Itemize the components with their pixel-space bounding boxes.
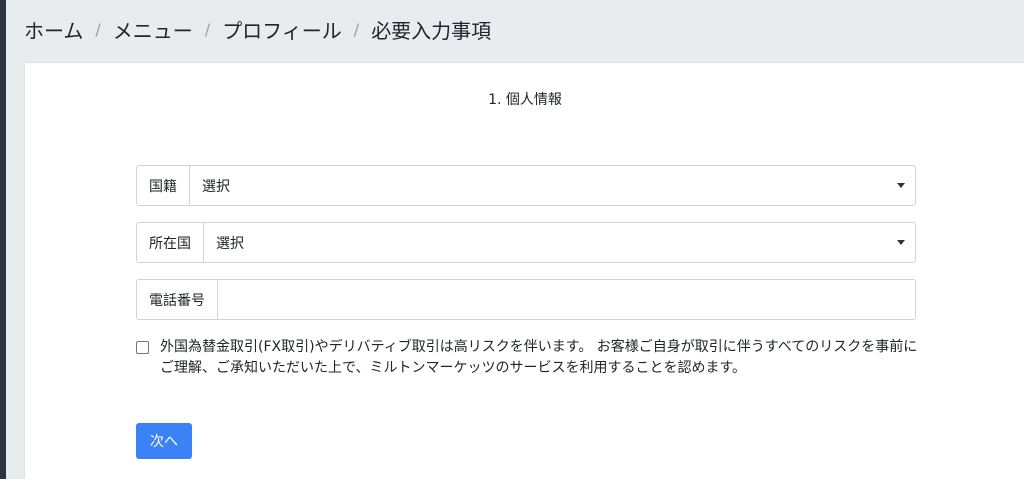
residence-field-group: 所在国 選択: [136, 222, 916, 263]
breadcrumb-home[interactable]: ホーム: [24, 15, 83, 44]
chevron-down-icon: [897, 240, 905, 245]
nationality-select-value: 選択: [202, 178, 230, 195]
window-left-edge: [0, 0, 6, 479]
section-title: 1. 個人情報: [488, 92, 562, 108]
residence-select[interactable]: 選択: [204, 223, 915, 262]
breadcrumb-separator: /: [95, 19, 101, 39]
phone-label: 電話番号: [137, 280, 218, 319]
breadcrumb: ホーム / メニュー / プロフィール / 必要入力事項: [24, 14, 491, 44]
residence-label: 所在国: [137, 223, 204, 262]
breadcrumb-separator: /: [204, 19, 211, 39]
residence-select-value: 選択: [216, 235, 244, 252]
phone-field-group: 電話番号: [136, 279, 916, 320]
next-button[interactable]: 次へ: [136, 423, 192, 459]
risk-consent-text: 外国為替金取引(FX取引)やデリバティブ取引は高リスクを伴います。 お客様ご自身…: [160, 339, 918, 376]
form-card: 1. 個人情報 国籍 選択 所在国 選択 電話番号 外国為替金取引(FX取引)や…: [24, 62, 1024, 479]
breadcrumb-profile[interactable]: プロフィール: [222, 15, 342, 44]
breadcrumb-menu[interactable]: メニュー: [113, 15, 193, 44]
chevron-down-icon: [897, 183, 905, 188]
nationality-field-group: 国籍 選択: [136, 165, 916, 206]
risk-consent: 外国為替金取引(FX取引)やデリバティブ取引は高リスクを伴います。 お客様ご自身…: [136, 337, 926, 379]
phone-input[interactable]: [218, 280, 915, 319]
nationality-label: 国籍: [137, 166, 190, 205]
nationality-select[interactable]: 選択: [190, 166, 915, 205]
breadcrumb-current: 必要入力事項: [371, 18, 492, 43]
breadcrumb-separator: /: [353, 19, 360, 39]
risk-consent-checkbox[interactable]: [136, 341, 149, 354]
